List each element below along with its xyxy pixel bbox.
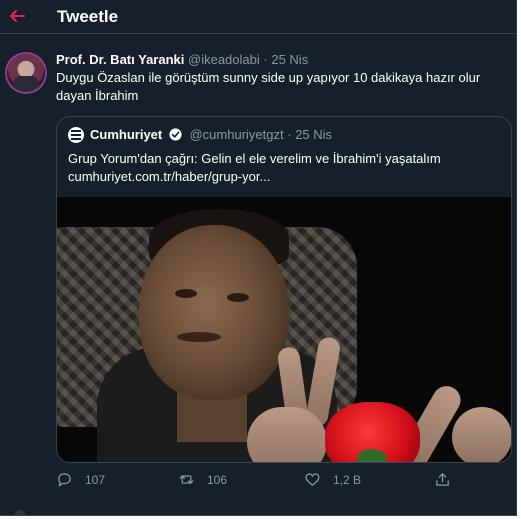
tweet-actions: 107 106 1,2 B (56, 471, 496, 493)
author-handle[interactable]: @ikeadolabi (188, 52, 260, 67)
retweet-icon (179, 475, 194, 484)
reply-button[interactable]: 107 (56, 471, 105, 488)
header-bar: Tweetle (0, 0, 516, 34)
like-count: 1,2 B (333, 472, 362, 487)
heart-icon (305, 473, 320, 486)
tweet-author-row: Prof. Dr. Batı Yaranki @ikeadolabi · 25 … (56, 52, 308, 67)
quoted-meta-separator: · (287, 127, 292, 142)
quoted-tweet-text: Grup Yorum'dan çağrı: Gelin el ele verel… (68, 150, 498, 186)
avatar[interactable] (7, 54, 45, 92)
share-icon (436, 473, 449, 486)
quoted-tweet-photo[interactable] (57, 197, 511, 462)
quoted-tweet-body: Grup Yorum'dan çağrı: Gelin el ele verel… (68, 151, 441, 166)
verified-badge-icon (169, 128, 182, 141)
quoted-tweet-date[interactable]: 25 Nis (295, 127, 332, 142)
quoted-author-row: Cumhuriyet @cumhuriyetgzt · 25 Nis (90, 127, 332, 142)
retweet-count: 106 (207, 472, 228, 487)
author-name[interactable]: Prof. Dr. Batı Yaranki (56, 52, 184, 67)
cumhuriyet-logo-icon (68, 127, 84, 143)
tweet-date[interactable]: 25 Nis (271, 52, 308, 67)
like-button[interactable]: 1,2 B (304, 471, 361, 488)
quoted-tweet-link[interactable]: cumhuriyet.com.tr/haber/grup-yor... (68, 168, 498, 186)
header-title: Tweetle (57, 7, 119, 26)
reply-icon (58, 473, 71, 487)
quoted-author-handle[interactable]: @cumhuriyetgzt (189, 127, 283, 142)
quoted-tweet-card[interactable]: Cumhuriyet @cumhuriyetgzt · 25 Nis Grup … (56, 116, 512, 463)
share-button[interactable] (434, 471, 463, 488)
quoted-author-name[interactable]: Cumhuriyet (90, 127, 162, 142)
meta-separator: · (263, 52, 268, 67)
next-tweet-avatar[interactable] (14, 510, 26, 515)
tweet-text: Duygu Özaslan ile görüştüm sunny side up… (56, 70, 481, 103)
retweet-button[interactable]: 106 (178, 471, 227, 488)
back-arrow-icon[interactable] (9, 8, 25, 24)
tweet-screen: Tweetle Prof. Dr. Batı Yaranki @ikeadola… (0, 0, 517, 516)
reply-count: 107 (85, 472, 106, 487)
